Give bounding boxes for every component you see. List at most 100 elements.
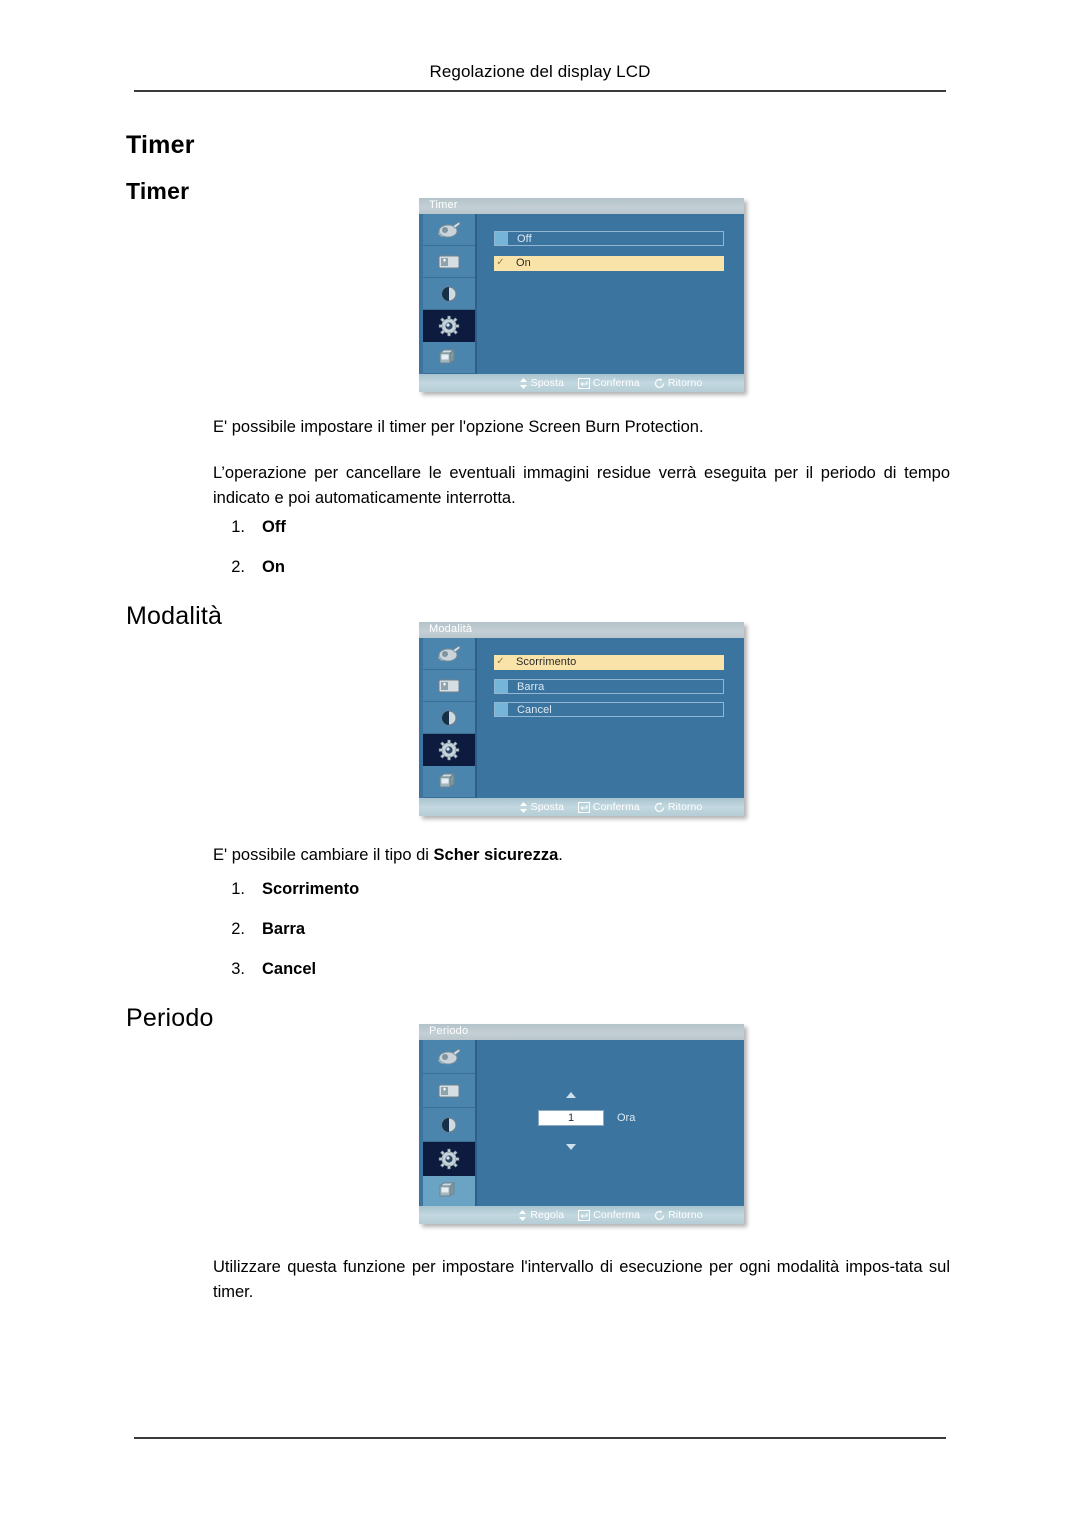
spinner-up-arrow-icon[interactable] xyxy=(566,1092,576,1098)
osd-footer-return: Ritorno xyxy=(654,801,703,813)
osd-sidebar-item-picture[interactable] xyxy=(423,638,475,670)
multi-control-icon xyxy=(438,1181,456,1197)
running-header: Regolazione del display LCD xyxy=(429,62,651,81)
osd-content: 1 Ora xyxy=(477,1040,740,1206)
osd-sidebar-item-screen[interactable] xyxy=(423,670,475,702)
osd-footer-confirm-label: Conferma xyxy=(592,801,640,813)
contrast-icon xyxy=(441,1116,457,1133)
osd-option-label: Off xyxy=(517,233,532,245)
section-heading-periodo: Periodo xyxy=(126,1004,214,1032)
osd-sidebar-item-multi-control[interactable] xyxy=(423,766,475,798)
osd-footer-confirm: Conferma xyxy=(577,801,640,813)
spinner-down-arrow-icon[interactable] xyxy=(566,1144,576,1150)
contrast-icon xyxy=(441,709,457,726)
list-item-number: 3. xyxy=(231,960,245,978)
list-item-label: Scorrimento xyxy=(262,880,360,898)
osd-option-row[interactable]: Off xyxy=(494,231,724,246)
screen-icon xyxy=(438,679,460,692)
osd-option-label: On xyxy=(516,257,531,269)
enter-key-icon xyxy=(577,377,590,389)
multi-control-icon xyxy=(438,772,456,788)
osd-option-row-selected[interactable]: ✓ On xyxy=(494,256,724,271)
check-icon: ✓ xyxy=(496,656,505,667)
osd-option-label: Cancel xyxy=(517,704,552,716)
screen-icon xyxy=(438,1084,460,1097)
osd-sidebar-item-screen[interactable] xyxy=(423,1074,475,1108)
osd-footer-adjust: Regola xyxy=(518,1209,564,1221)
osd-content: ✓ Scorrimento Barra Cancel xyxy=(477,638,740,798)
osd-sidebar-item-multi-control[interactable] xyxy=(423,342,475,374)
osd-option-row[interactable]: Cancel xyxy=(494,702,724,717)
osd-footer-move-label: Sposta xyxy=(530,377,564,389)
up-down-arrow-icon xyxy=(519,1209,527,1221)
osd-footer-return-label: Ritorno xyxy=(668,1209,703,1221)
picture-icon xyxy=(438,1047,461,1064)
paragraph-timer-detail: L’operazione per cancellare le eventuali… xyxy=(213,464,950,507)
header-divider xyxy=(134,90,946,92)
osd-title-text: Timer xyxy=(429,199,458,211)
spinner-unit-label: Ora xyxy=(617,1112,636,1124)
osd-option-row-selected[interactable]: ✓ Scorrimento xyxy=(494,655,724,670)
section-heading-modalita: Modalità xyxy=(126,602,223,630)
return-arrow-icon xyxy=(654,377,664,388)
osd-sidebar-item-contrast[interactable] xyxy=(423,278,475,310)
screen-icon xyxy=(438,255,460,268)
osd-sidebar-item-picture[interactable] xyxy=(423,1040,475,1074)
multi-control-icon xyxy=(438,348,456,364)
osd-footer-move: Sposta xyxy=(519,801,564,813)
osd-sidebar xyxy=(423,638,477,798)
osd-sidebar-item-contrast[interactable] xyxy=(423,702,475,734)
osd-sidebar xyxy=(423,1040,477,1206)
paragraph-bold-term: Scher sicurezza xyxy=(433,846,559,864)
osd-titlebar: Modalità xyxy=(419,622,744,638)
footer-divider xyxy=(134,1437,946,1439)
manual-page: Regolazione del display LCD Timer Timer … xyxy=(0,0,1080,1527)
osd-sidebar-item-multi-control[interactable] xyxy=(423,1176,475,1206)
option-swatch-icon xyxy=(495,232,508,245)
osd-sidebar-item-contrast[interactable] xyxy=(423,1108,475,1142)
enter-key-icon xyxy=(578,1209,591,1221)
osd-titlebar: Timer xyxy=(419,198,744,214)
spinner-value[interactable]: 1 xyxy=(538,1110,604,1126)
list-item: 3. Cancel xyxy=(213,960,359,1000)
osd-footer-bar: Regola Conferma Ritorno xyxy=(419,1206,744,1224)
up-down-arrow-icon xyxy=(519,801,527,813)
osd-sidebar-item-setup[interactable] xyxy=(423,734,475,766)
list-item: 2. On xyxy=(213,558,286,598)
osd-footer-return-label: Ritorno xyxy=(667,801,703,813)
osd-footer-confirm: Conferma xyxy=(577,377,640,389)
osd-content: Off ✓ On xyxy=(477,214,740,374)
osd-sidebar-item-picture[interactable] xyxy=(423,214,475,246)
osd-sidebar-item-setup[interactable] xyxy=(423,310,475,342)
osd-title-text: Periodo xyxy=(429,1025,469,1037)
osd-sidebar xyxy=(423,214,477,374)
list-item: 1. Off xyxy=(213,518,286,558)
osd-footer-return: Ritorno xyxy=(654,1209,703,1221)
paragraph-timer-intro: E' possibile impostare il timer per l'op… xyxy=(213,418,704,436)
list-item-number: 2. xyxy=(231,920,245,938)
list-item: 2. Barra xyxy=(213,920,359,960)
picture-icon xyxy=(438,644,461,661)
osd-screenshot-periodo: Periodo 1 Ora Regola Conferma Ritorno xyxy=(419,1024,744,1224)
osd-footer-move: Sposta xyxy=(519,377,564,389)
return-arrow-icon xyxy=(654,801,664,812)
setup-gear-icon xyxy=(438,739,460,760)
osd-sidebar-item-setup[interactable] xyxy=(423,1142,475,1176)
option-swatch-icon xyxy=(495,680,508,693)
paragraph-modalita-intro: E' possibile cambiare il tipo di Scher s… xyxy=(213,843,943,868)
osd-footer-adjust-label: Regola xyxy=(530,1209,565,1221)
list-timer-options: 1. Off 2. On xyxy=(213,518,286,598)
subsection-heading-timer: Timer xyxy=(126,178,190,204)
osd-screenshot-modalita: Modalità ✓ Scorrimento Barra Cancel Spos… xyxy=(419,622,744,816)
list-item: 1. Scorrimento xyxy=(213,880,359,920)
check-icon: ✓ xyxy=(496,257,505,268)
return-arrow-icon xyxy=(655,1209,665,1220)
list-modalita-options: 1. Scorrimento 2. Barra 3. Cancel xyxy=(213,880,359,1000)
period-spinner[interactable]: 1 Ora xyxy=(531,1092,681,1150)
osd-option-label: Barra xyxy=(517,681,545,693)
osd-sidebar-item-screen[interactable] xyxy=(423,246,475,278)
osd-option-row[interactable]: Barra xyxy=(494,679,724,694)
setup-gear-icon xyxy=(438,315,460,336)
list-item-label: On xyxy=(262,558,285,576)
list-item-label: Barra xyxy=(262,920,306,938)
